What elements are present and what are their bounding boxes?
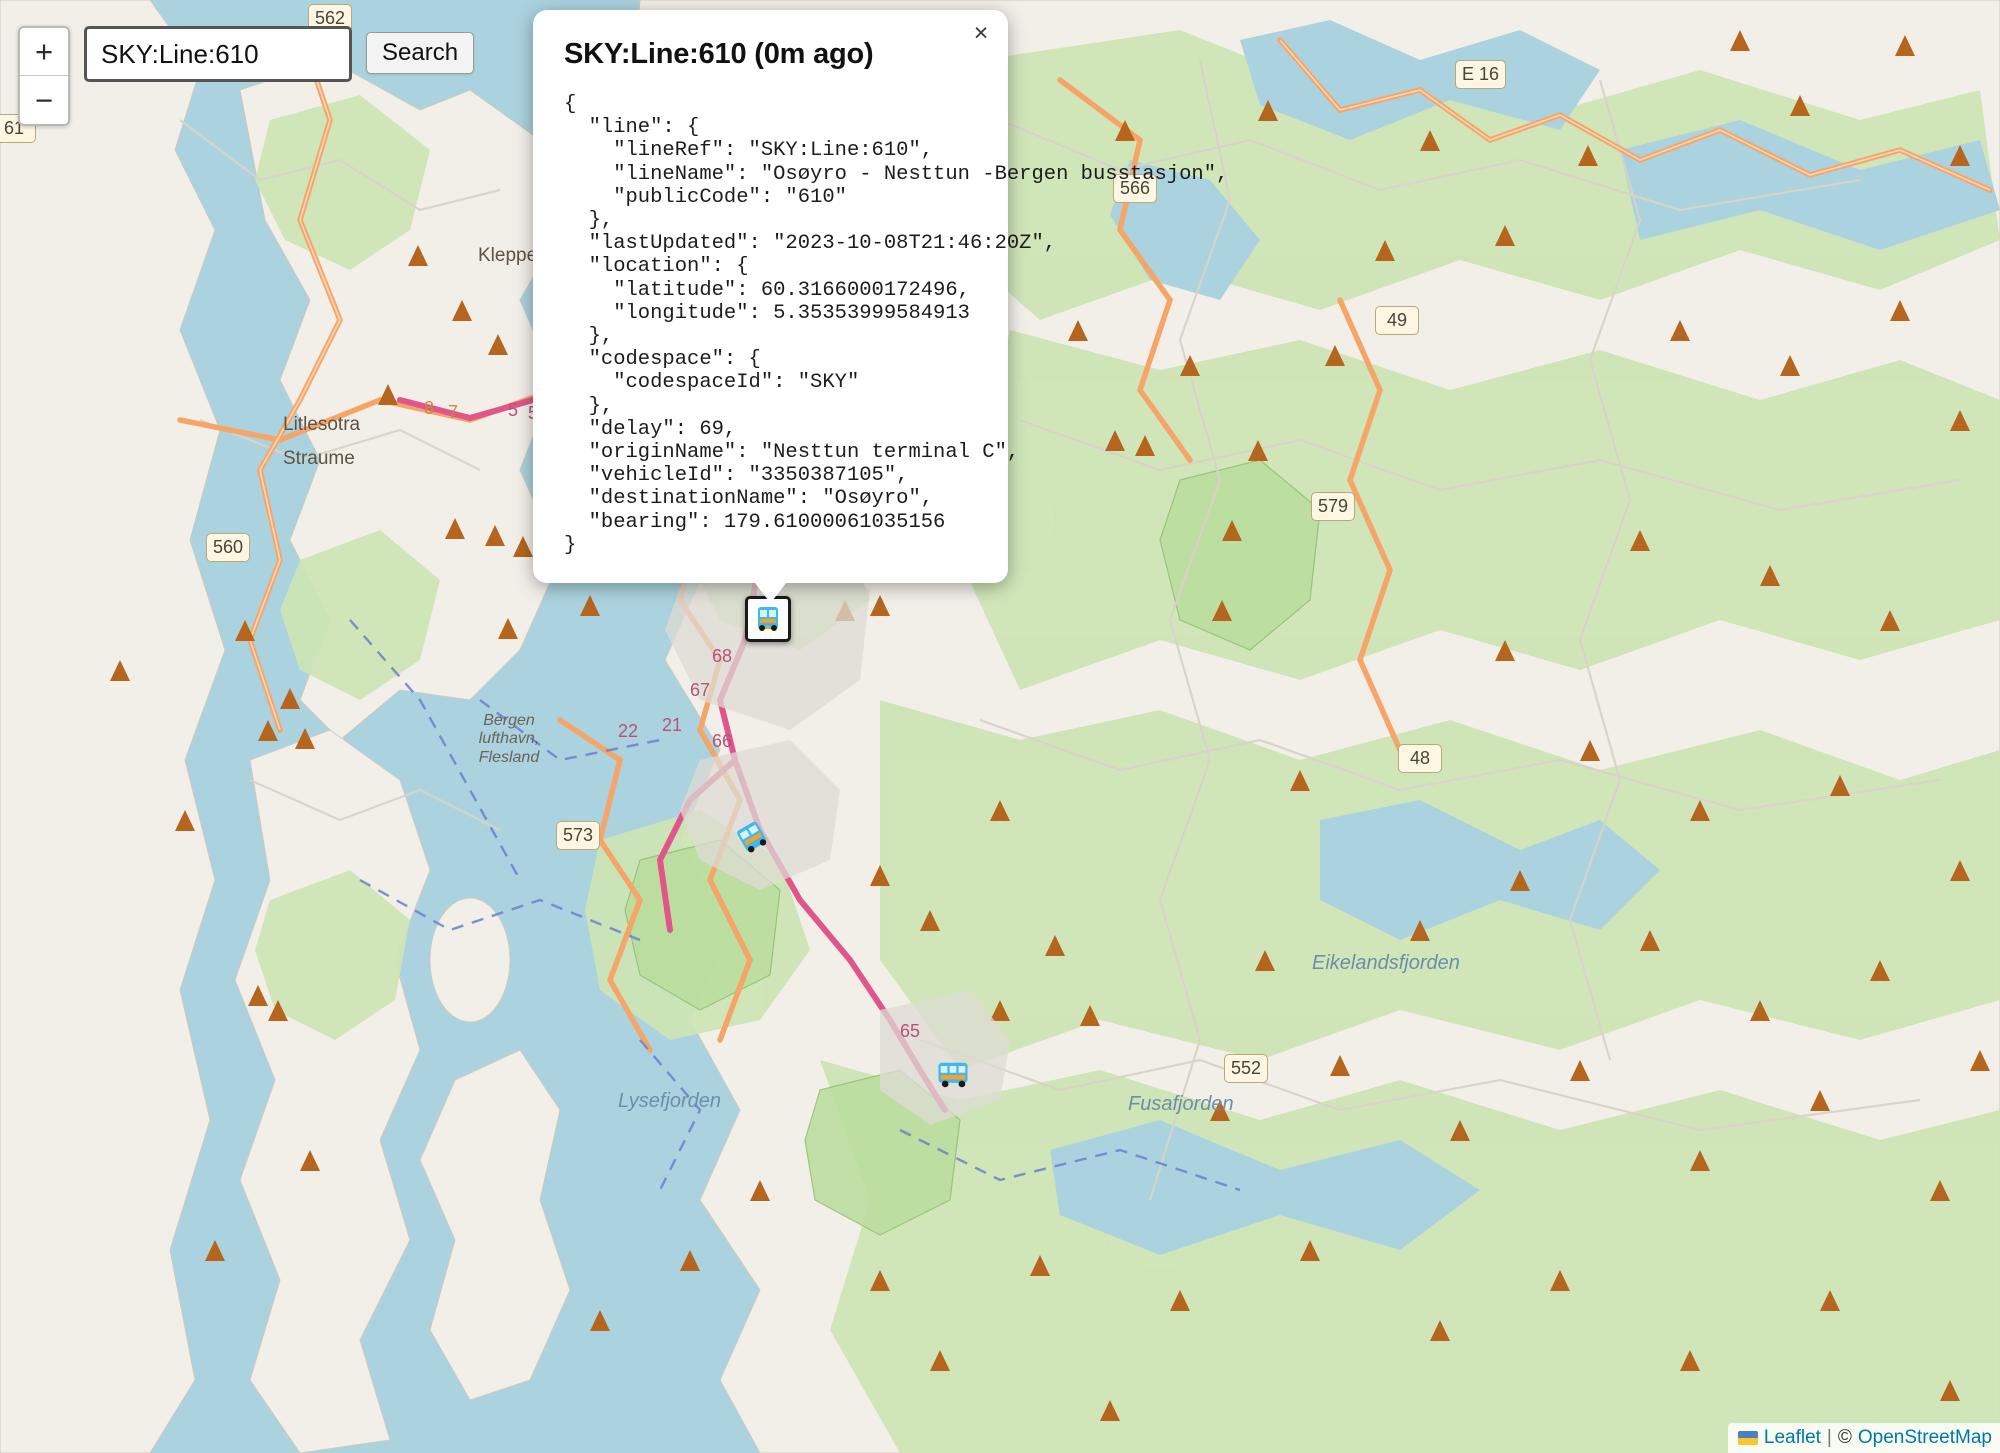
search-input[interactable] (84, 26, 352, 82)
map-attribution: Leaflet | © OpenStreetMap (1727, 1423, 2000, 1453)
openstreetmap-link[interactable]: OpenStreetMap (1858, 1427, 1992, 1449)
leaflet-flag-icon (1737, 1431, 1758, 1445)
vehicle-json-content: { "line": { "lineRef": "SKY:Line:610", "… (564, 93, 1228, 557)
leaflet-link[interactable]: Leaflet (1764, 1427, 1821, 1449)
vehicle-marker-selected[interactable] (745, 596, 791, 642)
zoom-control: + − (18, 26, 70, 126)
bus-icon (938, 1062, 968, 1088)
map-application: Kleppe Litlesotra Straume Bergen lufthavn… (0, 0, 2000, 1453)
search-button[interactable]: Search (366, 32, 475, 74)
close-icon[interactable]: × (968, 20, 994, 46)
zoom-out-button[interactable]: − (20, 76, 68, 124)
attribution-separator: | (1826, 1427, 1832, 1448)
zoom-in-button[interactable]: + (20, 28, 68, 76)
copyright-symbol: © (1837, 1427, 1852, 1448)
vehicle-marker[interactable] (735, 820, 769, 859)
bus-icon (737, 821, 767, 853)
vehicle-detail-popup: × SKY:Line:610 (0m ago) { "line": { "lin… (533, 10, 1228, 604)
popup-title: SKY:Line:610 (0m ago) (564, 38, 874, 70)
bus-icon (758, 607, 778, 631)
vehicle-marker[interactable] (934, 1058, 972, 1097)
search-bar: Search (84, 26, 475, 82)
